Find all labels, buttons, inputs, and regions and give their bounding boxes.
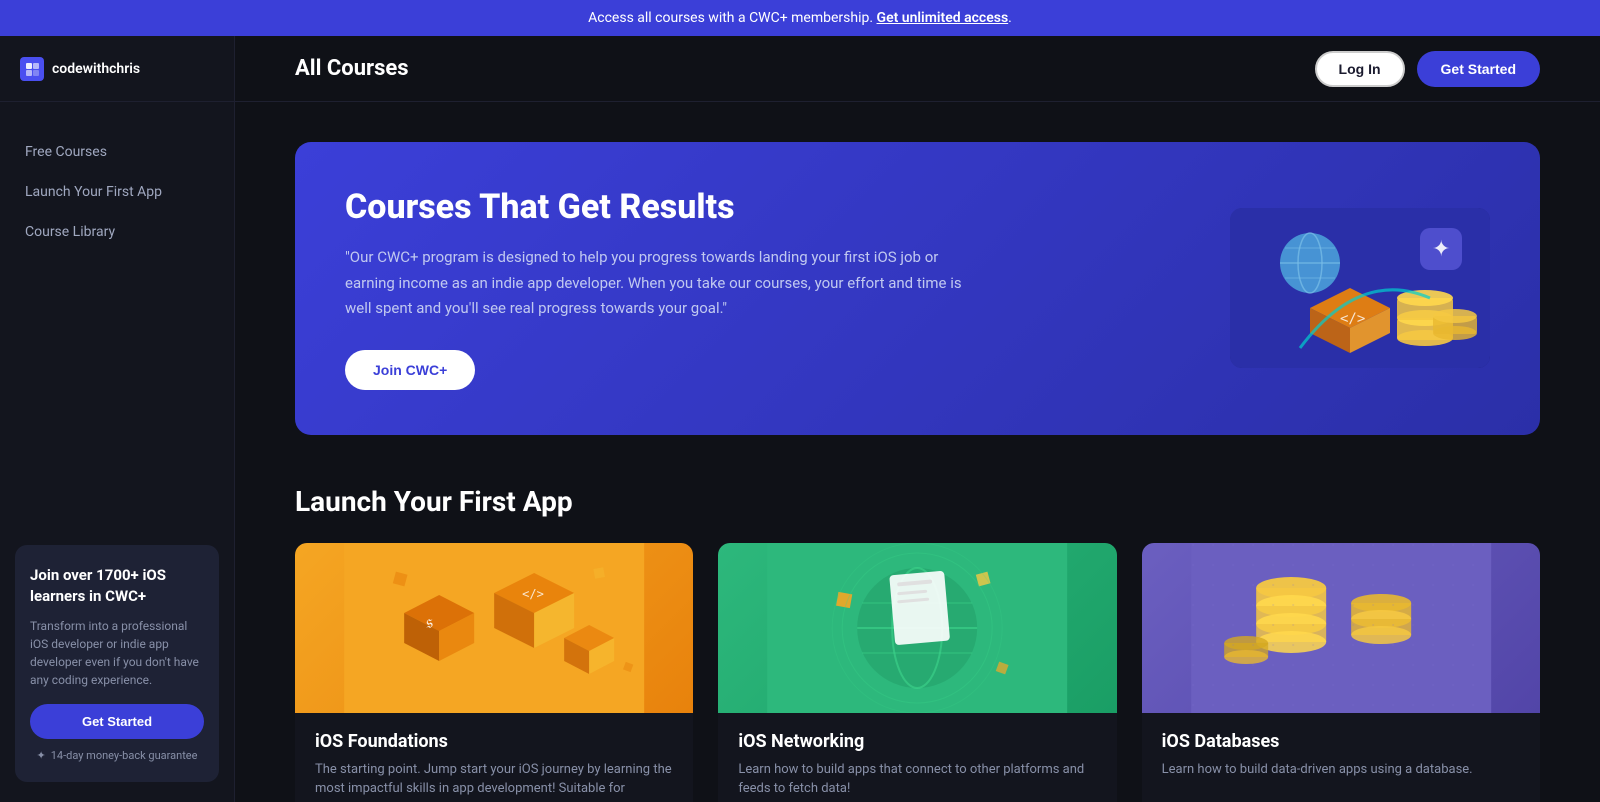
sidebar-logo: codewithchris [0, 36, 234, 102]
course-card-desc-ios-databases: Learn how to build data-driven apps usin… [1162, 760, 1520, 780]
header-get-started-button[interactable]: Get Started [1417, 51, 1540, 87]
course-card-ios-databases[interactable]: iOS Databases Learn how to build data-dr… [1142, 543, 1540, 802]
sidebar-nav: Free Courses Launch Your First App Cours… [0, 102, 234, 525]
top-banner: Access all courses with a CWC+ membershi… [0, 0, 1600, 36]
main-header: All Courses Log In Get Started [235, 36, 1600, 102]
course-card-image-ios-databases [1142, 543, 1540, 713]
cwc-banner-content: Courses That Get Results "Our CWC+ progr… [345, 187, 965, 390]
svg-text:</>: </> [522, 587, 544, 601]
main-layout: codewithchris Free Courses Launch Your F… [0, 36, 1600, 802]
course-card-title-ios-networking: iOS Networking [738, 731, 1096, 752]
course-card-ios-foundations[interactable]: 𝔰 </> [295, 543, 693, 802]
sidebar-item-course-library[interactable]: Course Library [0, 212, 234, 252]
sidebar-cta: Join over 1700+ iOS learners in CWC+ Tra… [15, 545, 219, 782]
join-cwc-button[interactable]: Join CWC+ [345, 350, 475, 390]
main-content: All Courses Log In Get Started Courses T… [235, 36, 1600, 802]
page-title: All Courses [295, 56, 409, 81]
sidebar-item-free-courses[interactable]: Free Courses [0, 132, 234, 172]
launch-section: Launch Your First App [295, 485, 1540, 802]
sidebar: codewithchris Free Courses Launch Your F… [0, 36, 235, 802]
cwc-banner-title: Courses That Get Results [345, 187, 965, 227]
course-card-title-ios-databases: iOS Databases [1162, 731, 1520, 752]
shield-icon: ✦ [37, 749, 46, 762]
course-card-ios-networking[interactable]: iOS Networking Learn how to build apps t… [718, 543, 1116, 802]
course-grid: 𝔰 </> [295, 543, 1540, 802]
course-card-body-ios-databases: iOS Databases Learn how to build data-dr… [1142, 713, 1540, 798]
content-area: Courses That Get Results "Our CWC+ progr… [235, 102, 1600, 802]
banner-text: Access all courses with a CWC+ membershi… [588, 10, 873, 26]
course-card-image-ios-foundations: 𝔰 </> [295, 543, 693, 713]
course-card-image-ios-networking [718, 543, 1116, 713]
login-button[interactable]: Log In [1315, 51, 1405, 87]
course-card-desc-ios-foundations: The starting point. Jump start your iOS … [315, 760, 673, 802]
logo-text: codewithchris [52, 61, 140, 77]
course-card-desc-ios-networking: Learn how to build apps that connect to … [738, 760, 1096, 799]
cwc-banner-description: "Our CWC+ program is designed to help yo… [345, 245, 965, 322]
svg-text:</>: </> [1340, 311, 1365, 327]
sidebar-item-launch-first-app[interactable]: Launch Your First App [0, 172, 234, 212]
logo-icon [20, 57, 44, 81]
svg-text:✦: ✦ [1432, 237, 1450, 262]
sidebar-get-started-button[interactable]: Get Started [30, 704, 204, 739]
launch-section-title: Launch Your First App [295, 485, 1540, 518]
sidebar-cta-description: Transform into a professional iOS develo… [30, 617, 204, 689]
sidebar-cta-title: Join over 1700+ iOS learners in CWC+ [30, 565, 204, 607]
svg-text:𝔰: 𝔰 [426, 612, 433, 632]
course-card-body-ios-foundations: iOS Foundations The starting point. Jump… [295, 713, 693, 802]
header-actions: Log In Get Started [1315, 51, 1540, 87]
course-card-title-ios-foundations: iOS Foundations [315, 731, 673, 752]
cwc-plus-banner: Courses That Get Results "Our CWC+ progr… [295, 142, 1540, 435]
sidebar-guarantee: ✦ 14-day money-back guarantee [30, 749, 204, 762]
cwc-banner-image: </> ✦ [1230, 208, 1490, 368]
course-card-body-ios-networking: iOS Networking Learn how to build apps t… [718, 713, 1116, 802]
banner-link[interactable]: Get unlimited access [877, 10, 1009, 26]
